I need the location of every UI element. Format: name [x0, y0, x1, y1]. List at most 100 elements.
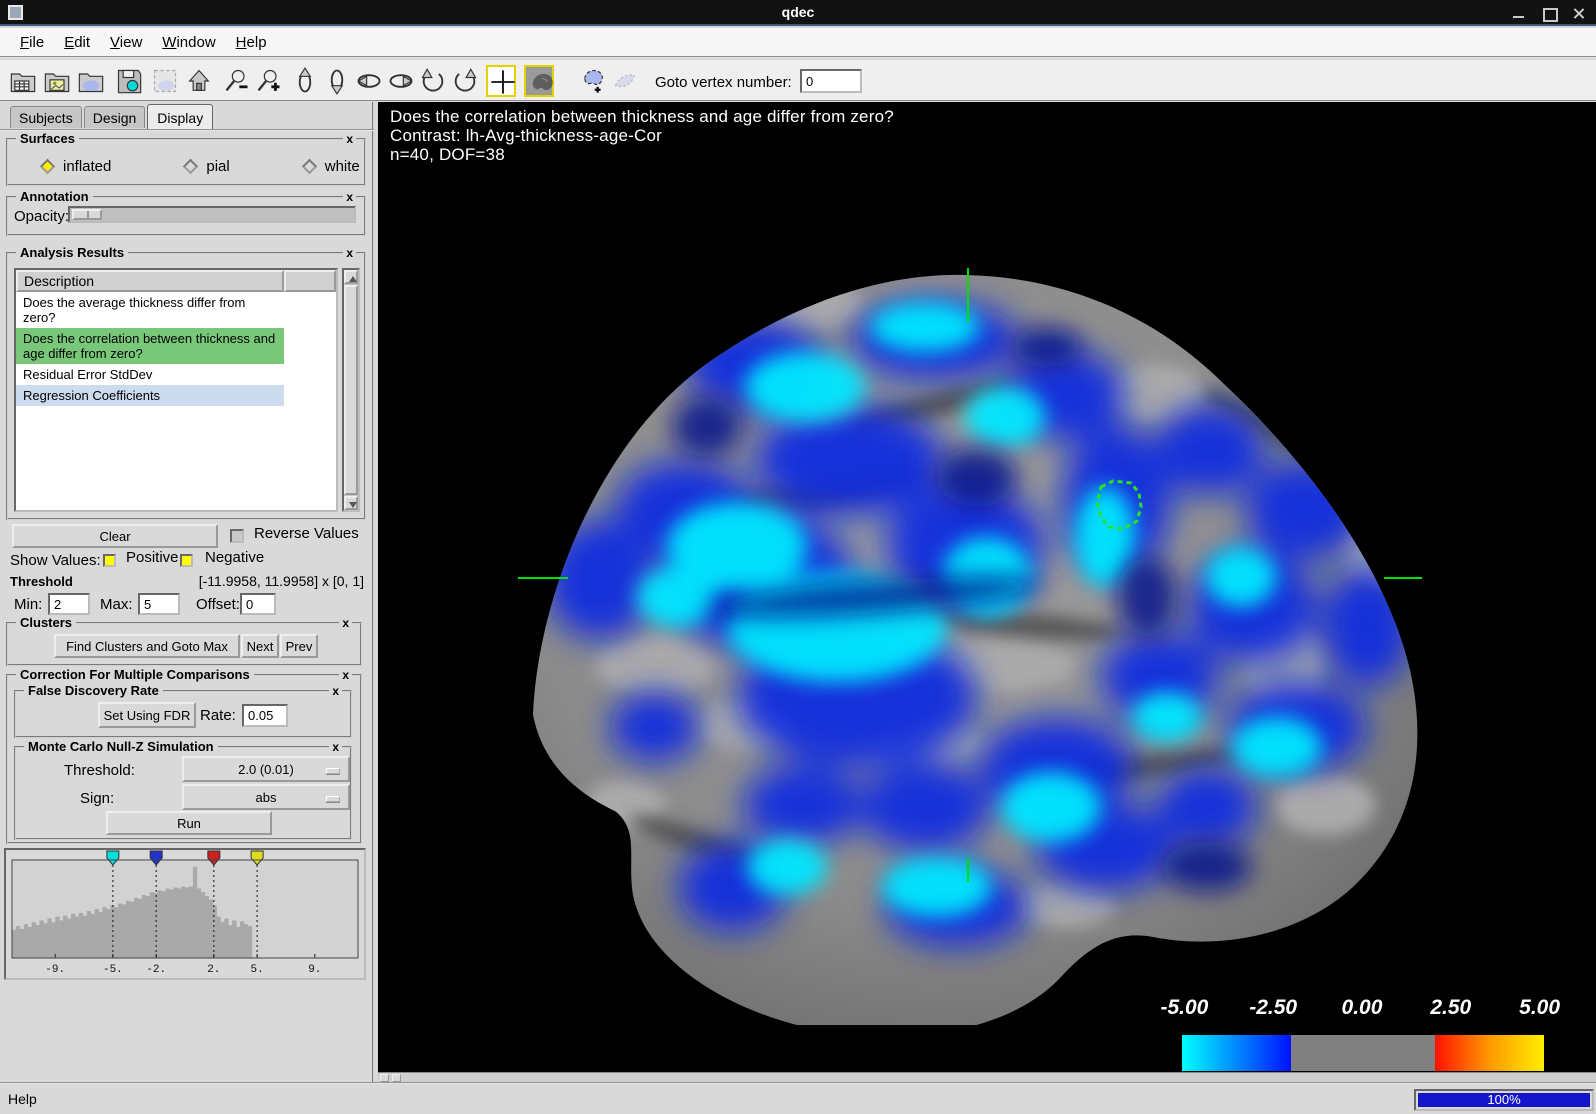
radio-pial[interactable]: pial — [185, 158, 229, 175]
reverse-values-checkbox[interactable] — [230, 529, 244, 543]
mc-threshold-dropdown[interactable]: 2.0 (0.01) — [182, 756, 350, 782]
result-row[interactable]: Residual Error StdDev — [16, 364, 284, 385]
clear-button[interactable]: Clear — [12, 524, 218, 548]
monte-carlo-group: Monte Carlo Null-Z Simulation Threshold:… — [14, 746, 352, 840]
negative-checkbox[interactable] — [180, 554, 193, 567]
result-row[interactable]: Regression Coefficients — [16, 385, 284, 406]
monte-carlo-close-icon[interactable] — [329, 740, 342, 754]
scroll-down-icon[interactable] — [344, 496, 358, 510]
correction-close-icon[interactable] — [339, 668, 352, 682]
rate-input[interactable] — [242, 704, 288, 727]
menu-bar: File Edit View Window Help — [0, 28, 1596, 58]
offset-label: Offset: — [196, 596, 240, 613]
result-row[interactable]: Does the average thickness differ from z… — [16, 292, 284, 328]
mc-sign-dropdown[interactable]: abs — [182, 784, 350, 810]
surfaces-close-icon[interactable] — [343, 132, 356, 146]
tab-display[interactable]: Display — [147, 104, 213, 129]
zoom-out-icon[interactable] — [222, 65, 252, 97]
tilt-cw-icon[interactable] — [450, 65, 480, 97]
menu-edit[interactable]: Edit — [54, 31, 100, 54]
svg-text:-2.: -2. — [146, 964, 166, 976]
scroll-up-icon[interactable] — [344, 270, 358, 284]
dropdown-indicator-icon — [326, 768, 340, 774]
result-row-selected[interactable]: Does the correlation between thickness a… — [16, 328, 284, 364]
opacity-slider[interactable] — [68, 206, 356, 223]
crosshair-tick-left — [518, 577, 568, 579]
set-using-fdr-button[interactable]: Set Using FDR — [98, 702, 196, 728]
crosshair-tick-bottom — [967, 858, 969, 882]
menu-window[interactable]: Window — [152, 31, 225, 54]
crosshair-cursor-icon[interactable] — [486, 65, 516, 97]
prev-cluster-button[interactable]: Prev — [280, 634, 318, 658]
menu-file[interactable]: File — [10, 31, 54, 54]
tab-design[interactable]: Design — [84, 106, 146, 128]
surface-render-view[interactable]: Does the correlation between thickness a… — [378, 102, 1596, 1082]
menu-view[interactable]: View — [100, 31, 152, 54]
scroll-thumb[interactable] — [344, 285, 358, 495]
info-question: Does the correlation between thickness a… — [390, 107, 894, 126]
rotate-right-icon[interactable] — [386, 65, 416, 97]
min-label: Min: — [14, 596, 42, 613]
qdec-window: qdec File Edit View Window Help — [0, 0, 1596, 1114]
annotation-close-icon[interactable] — [343, 190, 356, 204]
crosshair-tick-top — [967, 268, 969, 322]
negative-label: Negative — [205, 549, 264, 566]
column-header-description[interactable]: Description — [16, 270, 284, 292]
rotate-up-icon[interactable] — [290, 65, 320, 97]
restore-view-icon[interactable] — [184, 65, 214, 97]
svg-text:9.: 9. — [308, 964, 321, 976]
close-icon[interactable] — [1572, 7, 1586, 19]
find-clusters-button[interactable]: Find Clusters and Goto Max — [54, 634, 240, 658]
radio-white[interactable]: white — [304, 158, 360, 175]
positive-checkbox[interactable] — [103, 554, 116, 567]
opacity-slider-handle[interactable] — [72, 209, 102, 220]
brain-surface-render[interactable] — [505, 245, 1435, 1025]
fill-selection-icon — [610, 65, 640, 97]
fdr-close-icon[interactable] — [329, 684, 342, 698]
info-contrast: Contrast: lh-Avg-thickness-age-Cor — [390, 126, 894, 145]
radio-inflated[interactable]: inflated — [42, 158, 111, 175]
clusters-close-icon[interactable] — [339, 616, 352, 630]
info-dof: n=40, DOF=38 — [390, 145, 894, 164]
control-panel: Subjects Design Display Surfaces inflate… — [0, 102, 374, 1082]
analysis-results-close-icon[interactable] — [343, 246, 356, 260]
tab-subjects[interactable]: Subjects — [10, 106, 82, 128]
load-data-table-icon[interactable] — [8, 65, 38, 97]
scroll-left-icon[interactable] — [380, 1074, 389, 1082]
load-label-icon[interactable] — [76, 65, 106, 97]
rotate-down-icon[interactable] — [322, 65, 352, 97]
offset-input[interactable] — [240, 593, 276, 615]
run-simulation-button[interactable]: Run — [106, 811, 272, 835]
max-input[interactable] — [138, 593, 180, 615]
value-histogram[interactable]: -9.-5.-2.2.5.9. — [6, 850, 364, 978]
load-project-file-icon[interactable] — [42, 65, 72, 97]
horizontal-scrollbar[interactable] — [378, 1072, 1596, 1082]
save-project-file-icon[interactable] — [114, 65, 144, 97]
next-cluster-button[interactable]: Next — [241, 634, 279, 658]
analysis-results-group: Analysis Results Description Does the av… — [6, 252, 366, 520]
fdr-title: False Discovery Rate — [24, 683, 163, 698]
curvature-surface-icon[interactable] — [524, 65, 554, 97]
svg-text:-5.: -5. — [103, 964, 123, 976]
svg-text:-9.: -9. — [45, 964, 65, 976]
fdr-group: False Discovery Rate Set Using FDR Rate: — [14, 690, 352, 738]
scroll-right-icon[interactable] — [392, 1074, 401, 1082]
minimize-icon[interactable] — [1512, 7, 1526, 19]
clusters-group: Clusters Find Clusters and Goto Max Next… — [6, 622, 362, 666]
min-input[interactable] — [48, 593, 90, 615]
column-header-blank[interactable] — [284, 270, 336, 292]
rotate-left-icon[interactable] — [354, 65, 384, 97]
colorbar-zero-segment — [1291, 1035, 1436, 1071]
maximize-icon[interactable] — [1542, 7, 1556, 19]
surfaces-group: Surfaces inflated pial white — [6, 138, 366, 186]
reverse-values-label: Reverse Values — [254, 525, 359, 542]
clusters-title: Clusters — [16, 615, 76, 630]
results-scrollbar[interactable] — [342, 268, 360, 512]
zoom-in-icon[interactable] — [254, 65, 284, 97]
add-selection-icon[interactable] — [578, 65, 608, 97]
histogram-frame: -9.-5.-2.2.5.9. — [4, 848, 366, 980]
save-label-icon — [150, 65, 180, 97]
goto-vertex-input[interactable] — [800, 69, 862, 93]
menu-help[interactable]: Help — [226, 31, 277, 54]
tilt-ccw-icon[interactable] — [418, 65, 448, 97]
